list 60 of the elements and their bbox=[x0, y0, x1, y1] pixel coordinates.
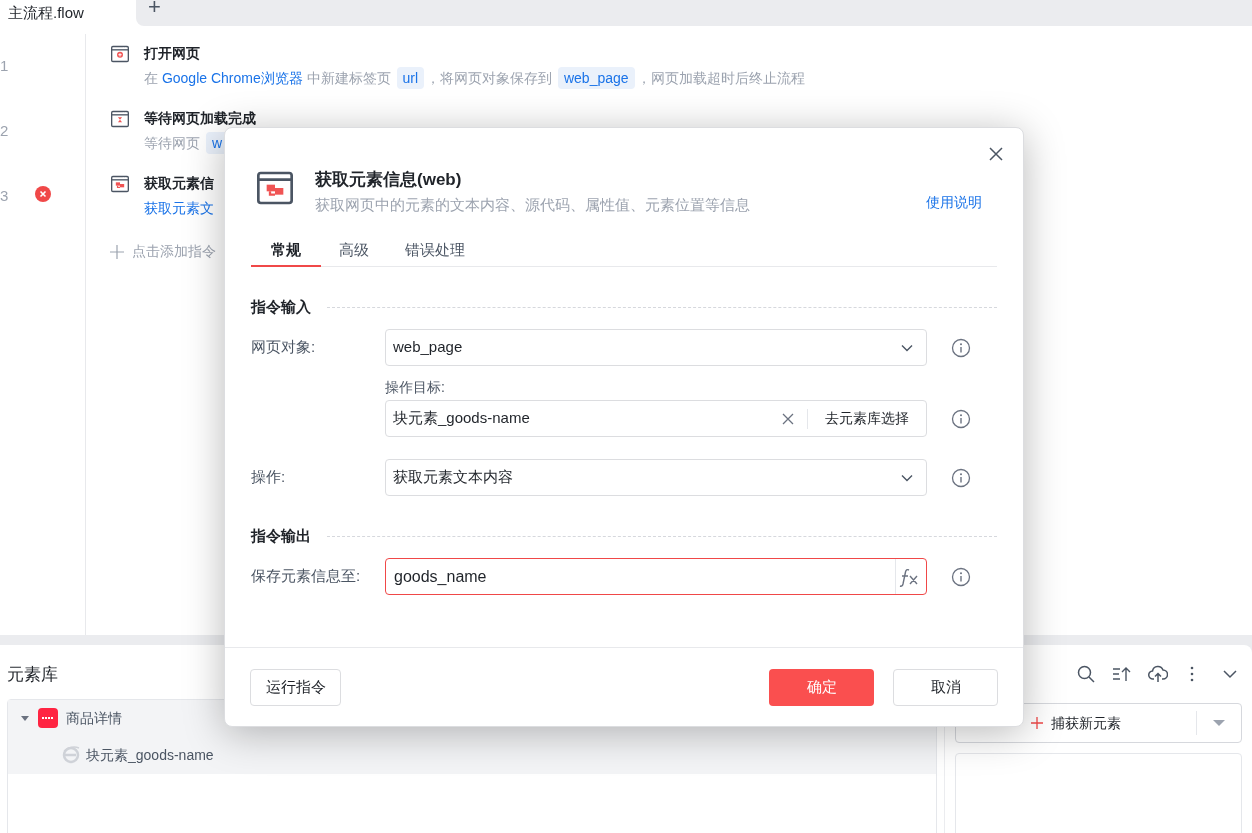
field-label: 保存元素信息至: bbox=[251, 566, 362, 587]
caret-down-icon[interactable] bbox=[20, 713, 30, 723]
clear-icon[interactable] bbox=[782, 412, 794, 425]
step-description: 中新建标签页 bbox=[305, 69, 392, 88]
select-field[interactable]: 获取元素文本内容 bbox=[385, 459, 927, 496]
info-icon[interactable] bbox=[951, 409, 971, 429]
variable-input-field[interactable]: goods_name bbox=[385, 558, 927, 595]
search-icon[interactable] bbox=[1076, 664, 1096, 684]
tree-row[interactable]: 块元素_goods-name bbox=[8, 736, 936, 774]
step-description: 在 bbox=[144, 69, 159, 88]
cloud-upload-icon[interactable] bbox=[1148, 664, 1168, 684]
field-label: 操作: bbox=[251, 467, 287, 488]
info-icon[interactable] bbox=[951, 337, 971, 358]
info-icon[interactable] bbox=[951, 566, 971, 587]
line-number: 2 bbox=[0, 121, 9, 141]
dialog-tab[interactable]: 高级 bbox=[321, 235, 387, 267]
target-field[interactable]: 块元素_goods-name 去元素库选择 bbox=[385, 400, 927, 437]
variable-chip: web_page bbox=[557, 67, 635, 89]
plus-icon bbox=[1031, 717, 1043, 729]
field-value: 块元素_goods-name bbox=[393, 408, 531, 429]
dialog-title: 获取元素信息(web) bbox=[315, 169, 463, 191]
browser-window-icon bbox=[110, 109, 130, 129]
step-description: ，将网页对象保存到 bbox=[426, 69, 554, 88]
variable-chip: url bbox=[396, 67, 425, 89]
more-icon[interactable] bbox=[1188, 664, 1196, 684]
step-title: 打开网页 bbox=[144, 44, 201, 62]
dialog-tab[interactable]: 常规 bbox=[251, 235, 321, 267]
section-title: 指令输出 bbox=[251, 526, 311, 546]
field-value: web_page bbox=[393, 337, 464, 358]
tree-label: 商品详情 bbox=[66, 708, 122, 728]
browser-window-icon bbox=[110, 44, 130, 64]
field-value: goods_name bbox=[394, 566, 488, 587]
step-link[interactable]: Google Chrome浏览器 bbox=[161, 67, 303, 89]
dialog-button[interactable]: 取消 bbox=[893, 668, 998, 706]
close-icon[interactable] bbox=[988, 146, 1004, 162]
dialog-button[interactable]: 运行指令 bbox=[250, 668, 341, 706]
panel-title: 元素库 bbox=[7, 665, 58, 684]
plus-icon bbox=[110, 244, 124, 259]
library-select-button[interactable]: 去元素库选择 bbox=[808, 408, 926, 429]
info-icon[interactable] bbox=[951, 467, 971, 488]
tree-label: 块元素_goods-name bbox=[86, 745, 214, 765]
dialog-tab[interactable]: 错误处理 bbox=[387, 235, 483, 267]
field-value: 获取元素文本内容 bbox=[393, 467, 514, 488]
line-number: 1 bbox=[0, 56, 9, 76]
dialog-subtitle: 获取网页中的元素的文本内容、源代码、属性值、元素位置等信息 bbox=[315, 195, 751, 215]
step-description: ，网页加载超时后终止流程 bbox=[636, 69, 805, 88]
add-tab-button[interactable]: + bbox=[148, 0, 161, 14]
line-number: 3 bbox=[0, 186, 9, 206]
browser-window-icon bbox=[110, 174, 130, 194]
step-link[interactable]: 获取元素文 bbox=[144, 197, 214, 219]
section-title: 指令输入 bbox=[251, 297, 311, 317]
step-title: 等待网页加载完成 bbox=[144, 109, 256, 127]
field-label: 网页对象: bbox=[251, 337, 317, 358]
help-link[interactable]: 使用说明 bbox=[926, 192, 982, 213]
step-title: 获取元素信 bbox=[144, 174, 214, 192]
app-logo-icon bbox=[38, 708, 58, 728]
field-label: 操作目标: bbox=[385, 378, 446, 396]
select-field[interactable]: web_page bbox=[385, 329, 927, 366]
step-description: 等待网页 bbox=[144, 134, 201, 153]
capture-label: 捕获新元素 bbox=[1051, 713, 1121, 733]
